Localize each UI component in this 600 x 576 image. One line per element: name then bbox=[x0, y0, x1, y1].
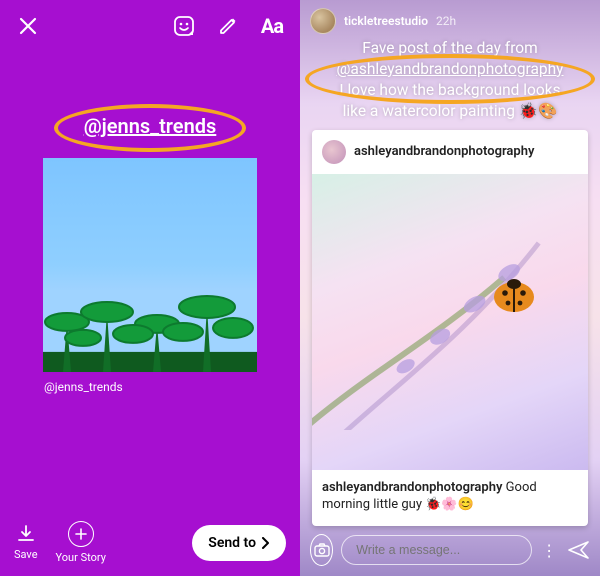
caption-mention[interactable]: @ashleyandbrandonphotography bbox=[316, 59, 584, 80]
story-caption: Fave post of the day from @ashleyandbran… bbox=[300, 34, 600, 122]
story-editor-screen: Aa @jenns_trends bbox=[0, 0, 300, 576]
more-icon[interactable]: ⋮ bbox=[540, 536, 560, 564]
message-input[interactable] bbox=[341, 535, 532, 565]
story-username[interactable]: tickletreestudio bbox=[344, 14, 428, 28]
send-to-button[interactable]: Send to bbox=[192, 525, 286, 561]
caption-line: I love how the background looks bbox=[316, 80, 584, 101]
camera-icon bbox=[314, 543, 330, 557]
save-button[interactable]: Save bbox=[14, 524, 38, 561]
caption-line: like a watercolor painting 🐞🎨 bbox=[316, 101, 584, 122]
mention-sticker-wrap: @jenns_trends bbox=[0, 104, 300, 152]
your-story-label: Your Story bbox=[56, 551, 106, 564]
story-time: 22h bbox=[436, 14, 456, 28]
editor-tools: Aa bbox=[170, 12, 286, 40]
story-viewer-screen: tickletreestudio 22h Fave post of the da… bbox=[300, 0, 600, 576]
text-tool[interactable]: Aa bbox=[258, 12, 286, 40]
editor-top-bar: Aa bbox=[0, 0, 300, 46]
draw-icon[interactable] bbox=[214, 12, 242, 40]
highlight-ellipse: @jenns_trends bbox=[54, 104, 247, 152]
tile-source-caption: @jenns_trends bbox=[44, 380, 123, 394]
download-icon bbox=[16, 524, 36, 544]
chevron-right-icon bbox=[260, 537, 270, 549]
your-story-button[interactable]: Your Story bbox=[56, 521, 106, 564]
sticker-icon[interactable] bbox=[170, 12, 198, 40]
story-header: tickletreestudio 22h bbox=[300, 0, 600, 34]
camera-button[interactable] bbox=[310, 534, 333, 566]
card-caption-user[interactable]: ashleyandbrandonphotography bbox=[322, 480, 502, 495]
save-label: Save bbox=[14, 548, 38, 561]
card-avatar[interactable] bbox=[322, 140, 346, 164]
caption-line: Fave post of the day from bbox=[316, 38, 584, 59]
flower-stem bbox=[312, 174, 588, 430]
card-header: ashleyandbrandonphotography bbox=[312, 130, 588, 174]
close-icon[interactable] bbox=[14, 12, 42, 40]
send-to-label: Send to bbox=[208, 535, 256, 551]
palm-trees-illustration bbox=[43, 282, 257, 372]
send-icon[interactable] bbox=[568, 536, 590, 564]
avatar[interactable] bbox=[310, 8, 336, 34]
shared-post-card[interactable]: ashleyandbrandonphotography bbox=[312, 130, 588, 526]
shared-post-tile[interactable] bbox=[43, 158, 257, 372]
card-image bbox=[312, 174, 588, 471]
plus-circle-icon bbox=[68, 521, 94, 547]
editor-bottom-bar: Save Your Story Send to bbox=[0, 521, 300, 564]
card-username[interactable]: ashleyandbrandonphotography bbox=[354, 144, 534, 159]
story-footer: ⋮ bbox=[300, 526, 600, 576]
ladybug-icon bbox=[490, 275, 538, 315]
mention-sticker[interactable]: @jenns_trends bbox=[84, 114, 217, 138]
card-caption: ashleyandbrandonphotography Good morning… bbox=[312, 470, 588, 526]
